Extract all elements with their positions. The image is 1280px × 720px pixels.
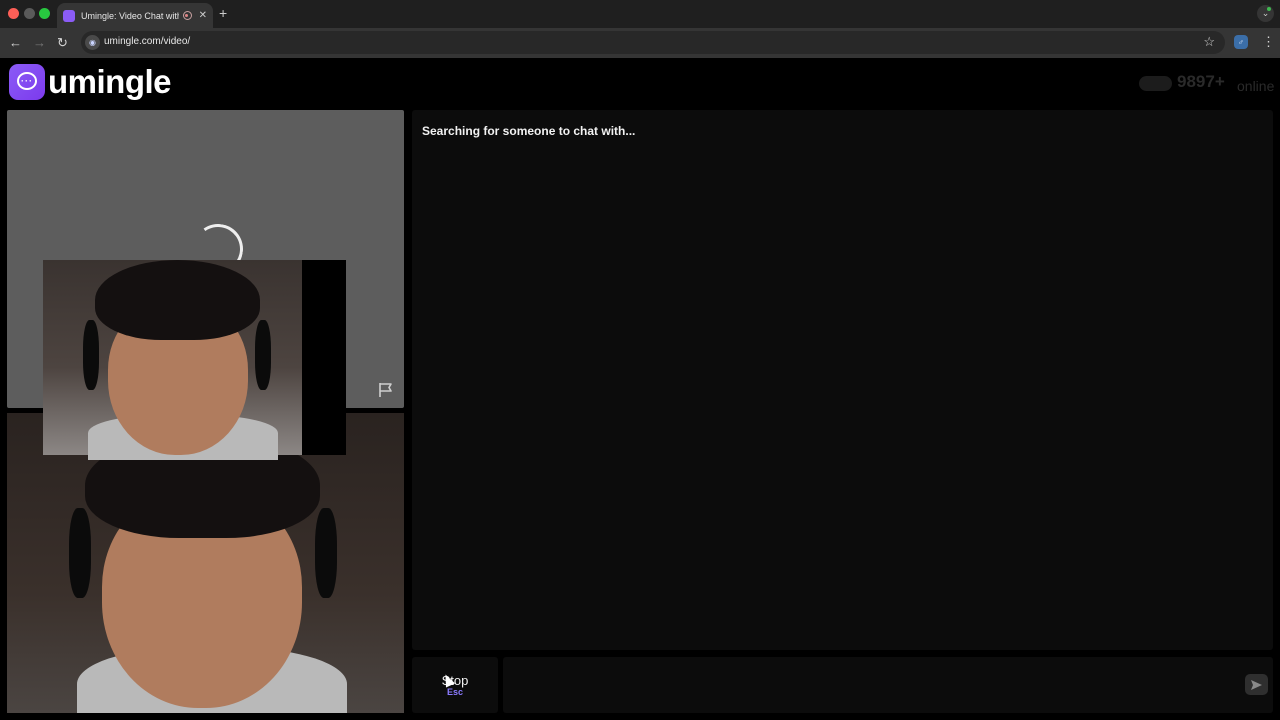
report-button[interactable]	[377, 381, 395, 399]
forward-button[interactable]: →	[33, 35, 46, 50]
stop-label: Stop	[441, 673, 469, 688]
recording-icon	[182, 11, 192, 20]
extension-icon[interactable]: ♂	[1234, 35, 1248, 49]
self-preview-image	[43, 260, 302, 460]
arrow-left-icon: ←	[9, 35, 22, 50]
reload-icon: ↻	[57, 35, 68, 50]
maximize-window-button[interactable]	[39, 8, 50, 19]
chat-status-text: Searching for someone to chat with...	[422, 124, 636, 138]
browser-menu-button[interactable]: ⋮	[1262, 34, 1275, 50]
headphone-right	[255, 320, 271, 390]
minimize-window-button[interactable]	[24, 8, 35, 19]
stop-shortcut-hint: Esc	[446, 687, 463, 697]
address-bar[interactable]: ◉ umingle.com/video/ ☆	[81, 31, 1225, 54]
logo-text[interactable]: umingle	[48, 62, 172, 102]
umingle-favicon-icon	[63, 9, 75, 22]
kebab-menu-icon: ⋮	[1262, 34, 1275, 49]
browser-tab-bar: Umingle: Video Chat with ✕ + ⌄	[0, 0, 1280, 28]
message-input[interactable]	[503, 657, 1273, 713]
flag-icon	[379, 383, 392, 397]
online-label: online	[1237, 78, 1275, 94]
browser-toolbar: ← → ↻ ◉ umingle.com/video/ ☆ ♂ ⋮	[0, 28, 1280, 58]
tab-close-button[interactable]: ✕	[199, 10, 207, 21]
arrow-right-icon: →	[33, 35, 46, 50]
self-preview	[43, 260, 346, 460]
headphone-left	[69, 508, 91, 598]
page: ··· umingle 9897+ online Searching for s…	[0, 58, 1280, 720]
send-icon	[1251, 679, 1262, 690]
update-dot-icon	[1267, 7, 1271, 11]
chat-log: Searching for someone to chat with...	[412, 110, 1273, 650]
online-count: 9897+	[1177, 72, 1225, 91]
new-tab-button[interactable]: +	[219, 5, 227, 21]
local-person-image	[67, 433, 357, 713]
close-window-button[interactable]	[8, 8, 19, 19]
online-toggle[interactable]	[1139, 76, 1172, 91]
tab-search-button[interactable]: ⌄	[1257, 5, 1274, 22]
send-button[interactable]	[1245, 674, 1268, 695]
reload-button[interactable]: ↻	[57, 35, 68, 51]
headphone-right	[315, 508, 337, 598]
stop-button[interactable]: Stop Esc	[412, 657, 498, 713]
back-button[interactable]: ←	[9, 35, 22, 50]
url-text: umingle.com/video/	[104, 36, 191, 47]
site-info-icon[interactable]: ◉	[85, 35, 100, 50]
logo-icon[interactable]: ···	[9, 64, 45, 100]
hair	[95, 260, 260, 340]
dots-icon: ···	[21, 76, 33, 86]
preview-person-image	[83, 260, 283, 460]
headphone-left	[83, 320, 99, 390]
browser-tab[interactable]: Umingle: Video Chat with ✕	[57, 3, 213, 28]
bookmark-button[interactable]: ☆	[1203, 34, 1215, 50]
tab-title: Umingle: Video Chat with	[81, 10, 179, 21]
star-icon: ☆	[1203, 34, 1215, 49]
